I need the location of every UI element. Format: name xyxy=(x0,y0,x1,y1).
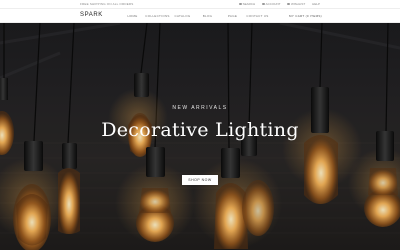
nav-menu: HOME COLLECTIONS CATALOG BLOG PAGE CONTA… xyxy=(120,14,270,18)
search-icon xyxy=(239,2,242,6)
shop-now-button[interactable]: SHOP NOW xyxy=(182,175,218,185)
top-link-search[interactable]: SEARCH xyxy=(239,2,255,6)
top-link-help[interactable]: HELP xyxy=(312,2,320,6)
heart-icon xyxy=(287,2,290,6)
user-icon xyxy=(262,2,265,6)
hero-content: NEW ARRIVALS Decorative Lighting SHOP NO… xyxy=(0,23,400,250)
nav-item-page[interactable]: PAGE xyxy=(220,14,245,18)
main-nav: SPARK HOME COLLECTIONS CATALOG BLOG PAGE… xyxy=(0,9,400,23)
nav-item-home[interactable]: HOME xyxy=(120,14,145,18)
top-links: SEARCH ACCOUNT WISHLIST HELP xyxy=(239,2,320,6)
top-link-wishlist[interactable]: WISHLIST xyxy=(287,2,305,6)
nav-item-blog[interactable]: BLOG xyxy=(195,14,220,18)
hero-title: Decorative Lighting xyxy=(101,119,299,141)
top-bar: FREE SHIPPING ON ALL ORDERS SEARCH ACCOU… xyxy=(0,0,400,9)
hero-kicker: NEW ARRIVALS xyxy=(172,105,228,111)
cart-link[interactable]: MY CART (0 ITEMS) xyxy=(289,14,322,18)
nav-item-catalog[interactable]: CATALOG xyxy=(170,14,195,18)
nav-item-collections[interactable]: COLLECTIONS xyxy=(145,14,170,18)
shipping-notice: FREE SHIPPING ON ALL ORDERS xyxy=(80,2,134,6)
hero-banner: NEW ARRIVALS Decorative Lighting SHOP NO… xyxy=(0,23,400,250)
site-logo[interactable]: SPARK xyxy=(80,12,103,18)
nav-item-contact[interactable]: CONTACT US xyxy=(245,14,270,18)
top-link-account[interactable]: ACCOUNT xyxy=(262,2,280,6)
